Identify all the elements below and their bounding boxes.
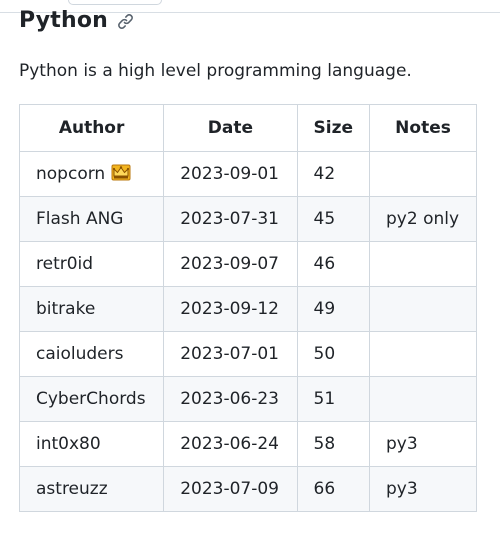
- header-notes[interactable]: Notes: [369, 104, 477, 152]
- table-row: astreuzz 2023-07-09 66 py3: [18, 466, 477, 512]
- cell-size: 58: [296, 421, 371, 467]
- cell-size: 66: [296, 466, 371, 512]
- table-row: Flash ANG 2023-07-31 45 py2 only: [18, 196, 477, 242]
- cell-date: 2023-06-23: [163, 376, 298, 422]
- cell-author: retr0id: [18, 241, 165, 287]
- cell-notes: [369, 331, 477, 377]
- table-row: retr0id 2023-09-07 46: [18, 241, 477, 287]
- header-date[interactable]: Date: [163, 104, 298, 152]
- cell-date: 2023-06-24: [163, 421, 298, 467]
- cell-notes: py3: [369, 421, 477, 467]
- cell-size: 49: [296, 286, 371, 332]
- header-author[interactable]: Author: [18, 104, 165, 152]
- cell-date: 2023-09-07: [163, 241, 298, 287]
- cell-size: 50: [296, 331, 371, 377]
- cell-notes: [369, 151, 477, 197]
- section-title: Python: [19, 7, 109, 33]
- cell-author: caioluders: [18, 331, 165, 377]
- cell-notes: [369, 286, 477, 332]
- cell-author: CyberChords: [18, 376, 165, 422]
- cell-size: 45: [296, 196, 371, 242]
- section-description: Python is a high level programming langu…: [19, 61, 412, 81]
- table-header-row: Author Date Size Notes: [18, 104, 477, 152]
- cell-notes: py3: [369, 466, 477, 512]
- cell-notes: [369, 241, 477, 287]
- author-name: nopcorn: [36, 163, 106, 184]
- table-row: nopcorn 2023-09-01 42: [18, 151, 477, 197]
- cell-date: 2023-09-12: [163, 286, 298, 332]
- section-heading: Python: [19, 2, 134, 38]
- table-row: CyberChords 2023-06-23 51: [18, 376, 477, 422]
- cell-notes: py2 only: [369, 196, 477, 242]
- cell-author: bitrake: [18, 286, 165, 332]
- cell-author: astreuzz: [18, 466, 165, 512]
- cell-date: 2023-07-01: [163, 331, 298, 377]
- cell-size: 42: [296, 151, 371, 197]
- crown-icon: [111, 163, 131, 186]
- header-size[interactable]: Size: [296, 104, 371, 152]
- table-row: int0x80 2023-06-24 58 py3: [18, 421, 477, 467]
- cell-author: nopcorn: [18, 151, 165, 197]
- table-row: caioluders 2023-07-01 50: [18, 331, 477, 377]
- cell-size: 46: [296, 241, 371, 287]
- cell-notes: [369, 376, 477, 422]
- cell-date: 2023-09-01: [163, 151, 298, 197]
- page: Python Python is a high level programmin…: [0, 0, 500, 534]
- link-icon[interactable]: [116, 12, 134, 30]
- submissions-table: Author Date Size Notes nopcorn 2023-09-0…: [18, 104, 477, 512]
- cell-author: int0x80: [18, 421, 165, 467]
- cell-date: 2023-07-31: [163, 196, 298, 242]
- cell-author: Flash ANG: [18, 196, 165, 242]
- table-row: bitrake 2023-09-12 49: [18, 286, 477, 332]
- cell-date: 2023-07-09: [163, 466, 298, 512]
- cell-size: 51: [296, 376, 371, 422]
